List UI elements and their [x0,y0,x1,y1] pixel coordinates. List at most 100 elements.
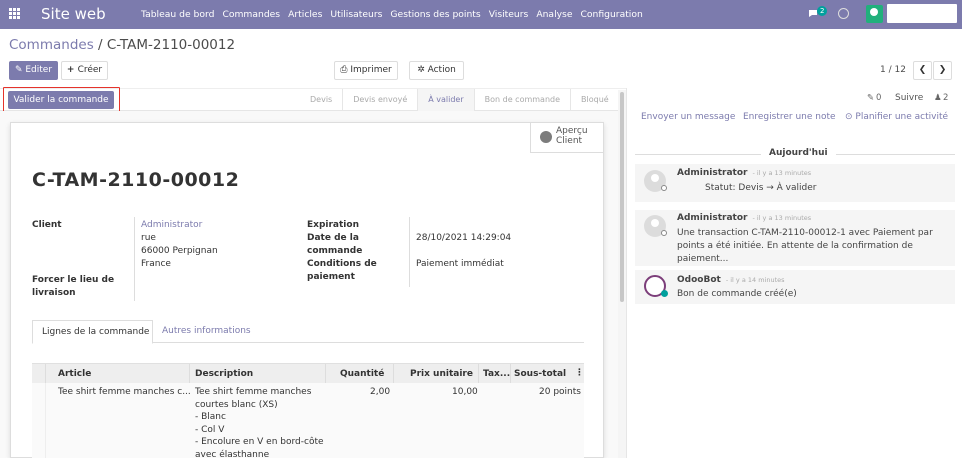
payment-terms-label: Conditions de [307,259,377,269]
client-label: Client [32,220,62,230]
menu-analyse[interactable]: Analyse [536,9,572,20]
app-title[interactable]: Site web [41,5,106,23]
print-icon: ⎙ [340,65,351,75]
col-description[interactable]: Description [195,369,253,379]
stage-devis[interactable]: Devis [300,89,344,111]
pencil-icon: ✎ [14,65,26,75]
notebook-tabs: Lignes de la commande Autres information… [32,320,584,344]
col-article[interactable]: Article [58,369,91,379]
messaging-icon[interactable]: 2 [808,6,828,22]
client-address-city: 66000 Perpignan [141,246,218,256]
col-taxes[interactable]: Tax... [483,369,510,379]
paperclip-icon[interactable]: ✎ [867,93,874,103]
chevron-right-icon: ❯ [938,65,947,75]
stage-bloque[interactable]: Bloqué [571,89,619,111]
menu-gestions-des-points[interactable]: Gestions des points [390,9,480,20]
tab-other-info[interactable]: Autres informations [162,326,251,336]
menu-configuration[interactable]: Configuration [581,9,643,20]
print-button[interactable]: ⎙ Imprimer [334,61,398,80]
order-title: C-TAM-2110-00012 [32,169,240,191]
menu-commandes[interactable]: Commandes [222,9,280,20]
top-navbar: Site web Tableau de bord Commandes Artic… [0,0,962,29]
clock-icon: ⊙ [845,112,856,122]
row-subtotal: 20 points [539,387,581,397]
attachments-count[interactable]: 0 [876,93,881,103]
pager-prev-button[interactable]: ❮ [913,61,932,80]
followers-icon[interactable]: ♟ [934,93,942,103]
user-avatar[interactable] [866,5,883,23]
message-item: Administrator - il y a 13 minutes Statut:… [635,164,955,202]
order-date-value: 28/10/2021 14:29:04 [416,233,512,243]
message-body: Statut: Devis → À valider [705,183,817,193]
col-subtotal[interactable]: Sous-total [514,369,566,379]
client-address-street: rue [141,233,156,243]
client-link[interactable]: Administrator [141,220,202,230]
status-stages: Devis Devis envoyé À valider Bon de comm… [300,89,619,111]
message-author[interactable]: OdooBot - il y a 14 minutes [677,275,785,285]
stage-a-valider[interactable]: À valider [418,89,475,111]
globe-icon [540,131,552,143]
payment-terms-value: Paiement immédiat [416,259,504,269]
form-scrollbar[interactable] [618,90,626,458]
force-delivery-label: Forcer le lieu de [32,275,115,285]
menu-articles[interactable]: Articles [288,9,322,20]
field-divider-2 [409,217,410,287]
menu-tableau-de-bord[interactable]: Tableau de bord [141,9,214,20]
chatter-panel: ✎ 0 Suivre ♟ 2 Envoyer un message Enregi… [627,88,962,458]
message-body: Une transaction C-TAM-2110-00012-1 avec … [677,228,933,264]
main-menu: Tableau de bord Commandes Articles Utili… [141,9,651,20]
optional-columns-icon[interactable]: ⋮ [575,368,584,378]
pager-value[interactable]: 1 / 12 [880,65,906,75]
tab-order-lines[interactable]: Lignes de la commande [32,320,153,344]
menu-visiteurs[interactable]: Visiteurs [489,9,529,20]
row-quantity: 2,00 [370,387,391,397]
chat-count-badge: 2 [817,6,828,16]
day-label: Aujourd'hui [761,148,836,158]
user-menu[interactable] [887,4,957,23]
message-item: Administrator - il y a 13 minutes Une tra… [635,210,955,266]
create-button[interactable]: + Créer [61,61,108,80]
followers-count[interactable]: 2 [943,93,948,103]
chevron-left-icon: ❮ [918,65,927,75]
breadcrumb-commandes[interactable]: Commandes [9,37,94,53]
field-divider [134,217,135,301]
client-address-country: France [141,259,171,269]
highlight-box [3,87,120,114]
activity-clock-icon[interactable] [838,8,849,19]
row-article: Tee shirt femme manches c... [58,387,191,397]
message-item: OdooBot - il y a 14 minutes Bon de comman… [635,270,955,304]
form-sheet: Aperçu Client C-TAM-2110-00012 Client Ad… [10,122,604,458]
message-author[interactable]: Administrator - il y a 13 minutes [677,213,811,223]
action-button[interactable]: ✲ Action [409,61,464,80]
status-dot-icon [661,230,667,236]
stage-devis-envoye[interactable]: Devis envoyé [343,89,419,111]
pager-next-button[interactable]: ❯ [933,61,952,80]
breadcrumb: Commandes / C-TAM-2110-00012 [9,37,236,53]
edit-button[interactable]: ✎ Editer [9,61,58,80]
order-lines-header: Article Description Quantité Prix unitai… [32,363,584,384]
handle-column [32,364,46,384]
apps-menu-icon[interactable] [9,8,20,19]
preview-button[interactable]: Aperçu Client [530,123,604,153]
online-heart-icon [661,290,668,297]
schedule-activity-button[interactable]: ⊙ Planifier une activité [845,112,948,122]
order-date-label: Date de la [307,233,359,243]
log-note-button[interactable]: Enregistrer une note [743,112,836,122]
row-unit-price: 10,00 [452,387,478,397]
col-quantity[interactable]: Quantité [340,369,384,379]
stage-bon-de-commande[interactable]: Bon de commande [475,89,572,111]
breadcrumb-current: C-TAM-2110-00012 [106,37,236,53]
plus-icon: + [66,65,78,75]
follow-button[interactable]: Suivre [895,93,923,103]
menu-utilisateurs[interactable]: Utilisateurs [330,9,382,20]
col-unit-price[interactable]: Prix unitaire [410,369,473,379]
force-delivery-label-2: livraison [32,288,76,298]
send-message-button[interactable]: Envoyer un message [641,112,735,122]
message-body: Bon de commande créé(e) [677,289,797,299]
order-date-label-2: commande [307,246,363,256]
expiration-label: Expiration [307,220,359,230]
row-description: Tee shirt femme manches courtes blanc (X… [195,387,324,458]
message-author[interactable]: Administrator - il y a 13 minutes [677,168,811,178]
status-dot-icon [661,185,667,191]
table-row[interactable]: Tee shirt femme manches c... Tee shirt f… [32,383,584,458]
